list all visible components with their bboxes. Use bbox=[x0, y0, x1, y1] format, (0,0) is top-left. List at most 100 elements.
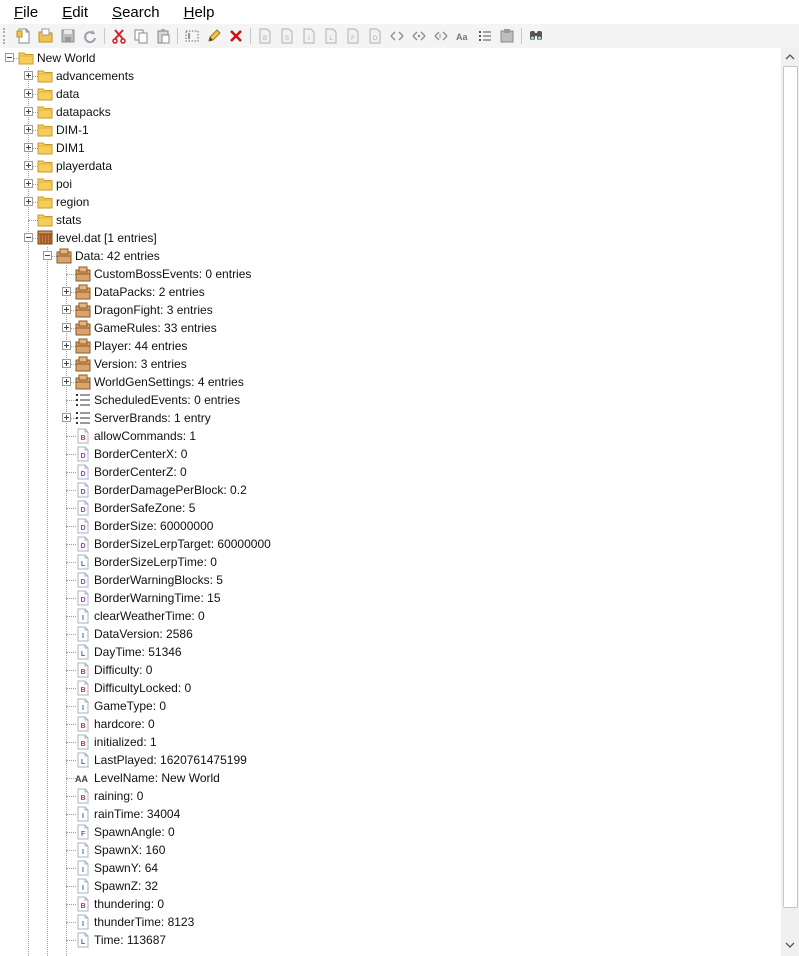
add-float-icon[interactable]: F bbox=[345, 28, 361, 44]
tree-node[interactable]: L DayTime: 51346 bbox=[0, 643, 780, 661]
add-string-icon[interactable]: Aa bbox=[455, 28, 471, 44]
tree-node[interactable]: D BorderSizeLerpTarget: 60000000 bbox=[0, 535, 780, 553]
tree-node[interactable]: DIM-1 bbox=[0, 121, 780, 139]
tree-node[interactable]: BallowCommands: 1 bbox=[0, 427, 780, 445]
tree-node[interactable]: Data: 42 entries bbox=[0, 247, 780, 265]
add-int-icon[interactable]: I bbox=[301, 28, 317, 44]
tree-node[interactable]: Player: 44 entries bbox=[0, 337, 780, 355]
expand-icon[interactable] bbox=[24, 89, 33, 98]
tree-node[interactable]: I GameType: 0 bbox=[0, 697, 780, 715]
tree-node[interactable]: ScheduledEvents: 0 entries bbox=[0, 391, 780, 409]
rename-icon[interactable] bbox=[184, 28, 200, 44]
tree-node[interactable]: data bbox=[0, 85, 780, 103]
expand-icon[interactable] bbox=[62, 305, 71, 314]
expand-icon[interactable] bbox=[62, 359, 71, 368]
tree-node[interactable]: F SpawnAngle: 0 bbox=[0, 823, 780, 841]
add-byte-icon[interactable]: B bbox=[257, 28, 273, 44]
tree-node[interactable]: Bhardcore: 0 bbox=[0, 715, 780, 733]
new-icon[interactable] bbox=[16, 28, 32, 44]
collapse-icon[interactable] bbox=[43, 251, 52, 260]
tree-node[interactable]: datapacks bbox=[0, 103, 780, 121]
add-short-icon[interactable]: S bbox=[279, 28, 295, 44]
tree-node[interactable]: poi bbox=[0, 175, 780, 193]
add-long-array-icon[interactable] bbox=[433, 28, 449, 44]
open-folder-icon[interactable] bbox=[38, 28, 54, 44]
tree-node[interactable]: Bthundering: 0 bbox=[0, 895, 780, 913]
add-byte-array-icon[interactable] bbox=[389, 28, 405, 44]
tree-node[interactable]: level.dat [1 entries] bbox=[0, 229, 780, 247]
tree-node[interactable]: AA LevelName: New World bbox=[0, 769, 780, 787]
tree-node[interactable]: region bbox=[0, 193, 780, 211]
add-list-icon[interactable] bbox=[477, 28, 493, 44]
tree-node[interactable]: D BorderDamagePerBlock: 0.2 bbox=[0, 481, 780, 499]
expand-icon[interactable] bbox=[24, 161, 33, 170]
tree-node[interactable]: stats bbox=[0, 211, 780, 229]
expand-icon[interactable] bbox=[24, 179, 33, 188]
expand-icon[interactable] bbox=[62, 341, 71, 350]
add-int-array-icon[interactable] bbox=[411, 28, 427, 44]
add-compound-icon[interactable] bbox=[499, 28, 515, 44]
refresh-icon[interactable] bbox=[82, 28, 98, 44]
tree-node[interactable]: DataPacks: 2 entries bbox=[0, 283, 780, 301]
add-double-icon[interactable]: D bbox=[367, 28, 383, 44]
expand-icon[interactable] bbox=[24, 125, 33, 134]
expand-icon[interactable] bbox=[24, 197, 33, 206]
toolbar-grip[interactable] bbox=[3, 28, 7, 44]
expand-icon[interactable] bbox=[62, 413, 71, 422]
tree-node[interactable]: DIM1 bbox=[0, 139, 780, 157]
tree-node[interactable]: WorldGenSettings: 4 entries bbox=[0, 373, 780, 391]
menu-file[interactable]: File bbox=[12, 4, 40, 21]
menu-help[interactable]: Help bbox=[182, 4, 217, 21]
tree-node[interactable]: B Difficulty: 0 bbox=[0, 661, 780, 679]
menu-search[interactable]: Search bbox=[110, 4, 162, 21]
collapse-icon[interactable] bbox=[5, 53, 14, 62]
scrollbar-thumb[interactable] bbox=[783, 66, 798, 908]
expand-icon[interactable] bbox=[24, 71, 33, 80]
tree-node[interactable]: I SpawnX: 160 bbox=[0, 841, 780, 859]
find-icon[interactable] bbox=[528, 28, 544, 44]
tree-node[interactable]: D BorderWarningBlocks: 5 bbox=[0, 571, 780, 589]
expand-icon[interactable] bbox=[62, 323, 71, 332]
tree-node[interactable]: D BorderCenterZ: 0 bbox=[0, 463, 780, 481]
copy-icon[interactable] bbox=[133, 28, 149, 44]
expand-icon[interactable] bbox=[24, 107, 33, 116]
vertical-scrollbar[interactable] bbox=[781, 48, 799, 956]
tree-node[interactable]: Version: 3 entries bbox=[0, 355, 780, 373]
tree-node[interactable]: D BorderWarningTime: 15 bbox=[0, 589, 780, 607]
menu-edit[interactable]: Edit bbox=[60, 4, 90, 21]
tree-node[interactable]: L Time: 113687 bbox=[0, 931, 780, 949]
delete-icon[interactable] bbox=[228, 28, 244, 44]
nbt-tree-view[interactable]: New World advancements data datapacks DIM-1 D… bbox=[0, 48, 780, 956]
cut-icon[interactable] bbox=[111, 28, 127, 44]
tree-node[interactable]: D BorderCenterX: 0 bbox=[0, 445, 780, 463]
tree-node[interactable]: playerdata bbox=[0, 157, 780, 175]
tree-node[interactable]: Binitialized: 1 bbox=[0, 733, 780, 751]
tree-node[interactable]: D BorderSafeZone: 5 bbox=[0, 499, 780, 517]
tree-node[interactable]: B DifficultyLocked: 0 bbox=[0, 679, 780, 697]
tree-node[interactable]: IrainTime: 34004 bbox=[0, 805, 780, 823]
tree-node[interactable]: advancements bbox=[0, 67, 780, 85]
add-long-icon[interactable]: L bbox=[323, 28, 339, 44]
scroll-down-icon[interactable] bbox=[782, 937, 798, 953]
edit-icon[interactable] bbox=[206, 28, 222, 44]
expand-icon[interactable] bbox=[24, 143, 33, 152]
collapse-icon[interactable] bbox=[24, 233, 33, 242]
scroll-up-icon[interactable] bbox=[782, 49, 798, 65]
tree-node[interactable]: Braining: 0 bbox=[0, 787, 780, 805]
tree-node[interactable]: I SpawnZ: 32 bbox=[0, 877, 780, 895]
tree-node[interactable]: DragonFight: 3 entries bbox=[0, 301, 780, 319]
tree-node[interactable]: D BorderSize: 60000000 bbox=[0, 517, 780, 535]
tree-node[interactable]: IclearWeatherTime: 0 bbox=[0, 607, 780, 625]
tree-node[interactable]: GameRules: 33 entries bbox=[0, 319, 780, 337]
paste-icon[interactable] bbox=[155, 28, 171, 44]
tree-node[interactable]: IthunderTime: 8123 bbox=[0, 913, 780, 931]
expand-icon[interactable] bbox=[62, 287, 71, 296]
tree-node[interactable]: I SpawnY: 64 bbox=[0, 859, 780, 877]
tree-node[interactable]: New World bbox=[0, 49, 780, 67]
tree-node[interactable]: L LastPlayed: 1620761475199 bbox=[0, 751, 780, 769]
tree-node[interactable]: ServerBrands: 1 entry bbox=[0, 409, 780, 427]
save-icon[interactable] bbox=[60, 28, 76, 44]
tree-node[interactable]: CustomBossEvents: 0 entries bbox=[0, 265, 780, 283]
expand-icon[interactable] bbox=[62, 377, 71, 386]
tree-node[interactable]: I DataVersion: 2586 bbox=[0, 625, 780, 643]
